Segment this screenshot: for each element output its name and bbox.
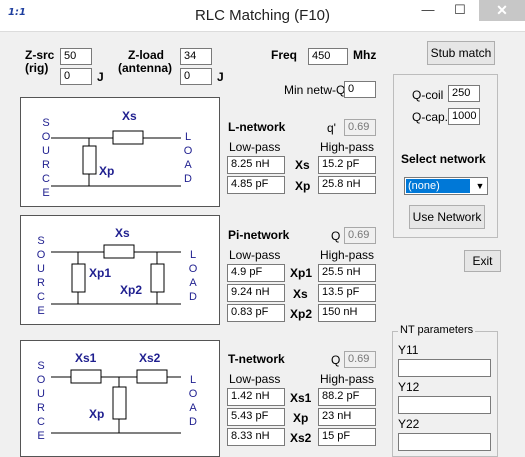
network-select[interactable]: (none) ▼: [404, 177, 488, 195]
l-xs-highpass[interactable]: 15.2 pF: [318, 156, 376, 174]
t-source-label: SOURCE: [36, 360, 46, 442]
pi-highpass-header: High-pass: [320, 248, 375, 262]
t-xp-highpass[interactable]: 23 nH: [318, 408, 376, 426]
t-network-title: T-network: [228, 352, 285, 366]
y22-label: Y22: [398, 417, 420, 431]
l-xs-lowpass[interactable]: 8.25 nH: [227, 156, 285, 174]
t-xs2-row-label: Xs2: [290, 431, 312, 445]
pi-network-diagram: SOURCE LOAD Xs Xp1 Xp2: [20, 215, 220, 325]
freq-label: Freq: [271, 48, 298, 62]
l-q-label: q': [327, 121, 336, 135]
t-xs1-highpass[interactable]: 88.2 pF: [318, 388, 376, 406]
t-q-value: 0.69: [344, 351, 376, 368]
t-xs2-lowpass[interactable]: 8.33 nH: [227, 428, 285, 446]
t-xp-row-label: Xp: [293, 411, 309, 425]
pi-xp1-label: Xp1: [89, 266, 112, 280]
nt-parameters-title: NT parameters: [398, 324, 476, 336]
pi-q-value: 0.69: [344, 227, 376, 244]
pi-xs-row-label: Xs: [293, 287, 308, 301]
network-select-value: (none): [406, 179, 470, 193]
zsrc-sublabel: (rig): [25, 61, 49, 75]
t-xs2-highpass[interactable]: 15 pF: [318, 428, 376, 446]
zload-real-input[interactable]: 34: [180, 48, 212, 65]
zload-j-label: J: [217, 70, 224, 84]
pi-xp2-row-label: Xp2: [290, 307, 313, 321]
pi-lowpass-header: Low-pass: [229, 248, 281, 262]
pi-xs-highpass[interactable]: 13.5 pF: [318, 284, 376, 302]
pi-xp2-highpass[interactable]: 150 nH: [318, 304, 376, 322]
min-q-label: Min netw-Q: [284, 83, 346, 97]
q-coil-label: Q-coil: [412, 88, 444, 102]
freq-unit: Mhz: [353, 48, 377, 62]
l-xp-row-label: Xp: [295, 179, 311, 193]
y12-label: Y12: [398, 380, 420, 394]
t-xs1-row-label: Xs1: [290, 391, 312, 405]
pi-xs-label: Xs: [115, 226, 130, 240]
pi-q-label: Q: [331, 229, 341, 243]
freq-input[interactable]: 450: [308, 48, 348, 65]
t-xs2-label: Xs2: [139, 351, 161, 365]
pi-source-label: SOURCE: [36, 235, 46, 317]
t-xs1-label: Xs1: [75, 351, 97, 365]
zsrc-j-label: J: [97, 70, 104, 84]
close-button[interactable]: ✕: [479, 0, 525, 21]
l-lowpass-header: Low-pass: [229, 140, 281, 154]
t-xs1-lowpass[interactable]: 1.42 nH: [227, 388, 285, 406]
l-xs-row-label: Xs: [295, 158, 310, 172]
t-xp-label: Xp: [89, 407, 105, 421]
zload-sublabel: (antenna): [118, 61, 172, 75]
t-q-label: Q: [331, 353, 341, 367]
l-q-value: 0.69: [344, 119, 376, 136]
l-network-title: L-network: [228, 120, 286, 134]
pi-xs-lowpass[interactable]: 9.24 nH: [227, 284, 285, 302]
y11-field[interactable]: [398, 359, 491, 377]
select-network-label: Select network: [401, 152, 486, 166]
pi-load-label: LOAD: [188, 249, 198, 303]
minimize-button[interactable]: —: [413, 0, 443, 21]
t-network-diagram: SOURCE LOAD Xs1 Xs2 Xp: [20, 340, 220, 457]
zsrc-real-input[interactable]: 50: [60, 48, 92, 65]
exit-button[interactable]: Exit: [464, 250, 501, 272]
maximize-button[interactable]: ☐: [445, 0, 475, 21]
t-load-label: LOAD: [188, 374, 198, 428]
q-cap-label: Q-cap.: [412, 110, 449, 124]
t-xp-lowpass[interactable]: 5.43 pF: [227, 408, 285, 426]
y11-label: Y11: [398, 343, 419, 357]
t-highpass-header: High-pass: [320, 372, 375, 386]
q-cap-input[interactable]: 1000: [448, 108, 480, 125]
zload-imag-input[interactable]: 0: [180, 68, 212, 85]
l-highpass-header: High-pass: [320, 140, 375, 154]
zsrc-imag-input[interactable]: 0: [60, 68, 92, 85]
pi-network-title: Pi-network: [228, 228, 290, 242]
min-q-input[interactable]: 0: [344, 81, 376, 98]
l-source-label: SOURCE: [41, 117, 51, 199]
zload-label: Z-load: [128, 48, 164, 62]
use-network-button[interactable]: Use Network: [409, 205, 485, 229]
q-coil-input[interactable]: 250: [448, 85, 480, 102]
l-xp-label: Xp: [99, 164, 115, 178]
zsrc-label: Z-src: [25, 48, 55, 62]
t-lowpass-header: Low-pass: [229, 372, 281, 386]
l-xp-lowpass[interactable]: 4.85 pF: [227, 176, 285, 194]
pi-xp1-lowpass[interactable]: 4.9 pF: [227, 264, 285, 282]
y22-field[interactable]: [398, 433, 491, 451]
l-network-diagram: SOURCE LOAD Xs Xp: [20, 97, 220, 207]
l-xs-label: Xs: [122, 109, 137, 123]
y12-field[interactable]: [398, 396, 491, 414]
l-xp-highpass[interactable]: 25.8 nH: [318, 176, 376, 194]
chevron-down-icon[interactable]: ▼: [473, 178, 487, 194]
pi-xp2-lowpass[interactable]: 0.83 pF: [227, 304, 285, 322]
l-load-label: LOAD: [183, 131, 193, 185]
pi-xp1-highpass[interactable]: 25.5 nH: [318, 264, 376, 282]
pi-xp2-label: Xp2: [120, 283, 143, 297]
pi-xp1-row-label: Xp1: [290, 266, 313, 280]
stub-match-button[interactable]: Stub match: [427, 41, 495, 65]
